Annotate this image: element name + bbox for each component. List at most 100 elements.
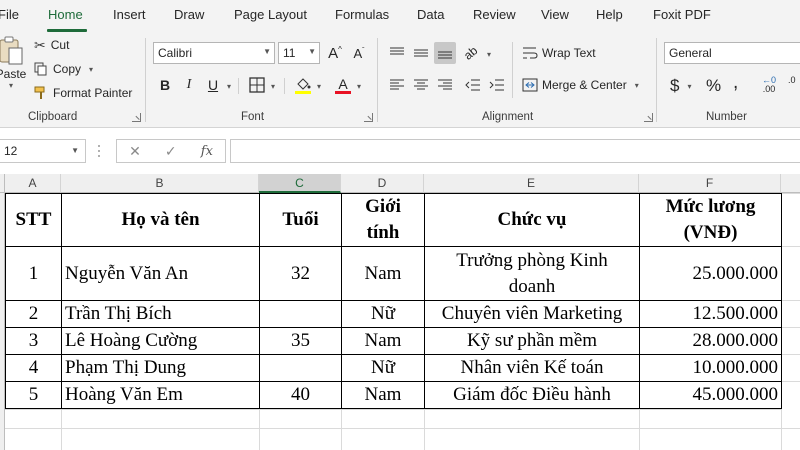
font-name-select[interactable]: Calibri ▼ — [153, 42, 275, 64]
tab-review[interactable]: Review — [473, 7, 516, 22]
alignment-launcher-icon[interactable] — [644, 113, 653, 122]
borders-button[interactable] — [246, 74, 268, 96]
number-format-select[interactable]: General — [664, 42, 800, 64]
currency-dropdown-icon[interactable]: ▾ — [687, 82, 691, 91]
header-cell-salary[interactable]: Mức lương (VNĐ) — [640, 194, 781, 246]
clipboard-launcher-icon[interactable] — [132, 113, 141, 122]
tab-data[interactable]: Data — [417, 7, 444, 22]
column-header-g[interactable] — [781, 174, 800, 193]
tab-file[interactable]: File — [0, 7, 19, 22]
header-cell-position[interactable]: Chức vụ — [425, 194, 639, 246]
decrease-indent-button[interactable] — [462, 74, 484, 96]
table-cell[interactable]: Chuyên viên Marketing — [425, 301, 639, 327]
column-header-b[interactable]: B — [61, 174, 259, 193]
font-color-dropdown-icon[interactable]: ▾ — [357, 82, 361, 91]
table-cell[interactable]: Nam — [342, 382, 424, 408]
header-cell-age[interactable]: Tuổi — [260, 194, 341, 246]
table-cell[interactable]: 2 — [6, 301, 61, 327]
align-left-button[interactable] — [386, 74, 408, 96]
font-color-button[interactable]: A — [332, 74, 354, 96]
currency-format-button[interactable]: $ ▾ — [670, 76, 691, 96]
merge-dropdown-icon[interactable]: ▾ — [635, 81, 639, 90]
table-cell[interactable]: 45.000.000 — [640, 382, 781, 408]
column-header-a[interactable]: A — [5, 174, 61, 193]
cancel-icon[interactable]: ✕ — [129, 143, 141, 160]
table-cell[interactable]: 1 — [6, 247, 61, 300]
table-cell[interactable]: 32 — [260, 247, 341, 300]
middle-align-button[interactable] — [410, 42, 432, 64]
bottom-align-button[interactable] — [434, 42, 456, 64]
align-right-button[interactable] — [434, 74, 456, 96]
format-painter-button[interactable]: Format Painter — [34, 86, 132, 100]
merge-center-button[interactable]: Merge & Center ▾ — [522, 78, 639, 92]
table-cell[interactable]: Nhân viên Kế toán — [425, 355, 639, 381]
table-cell[interactable]: Nguyễn Văn An — [62, 247, 259, 300]
table-cell[interactable]: 5 — [6, 382, 61, 408]
cut-button[interactable]: ✂ Cut — [34, 38, 69, 52]
underline-button[interactable]: U — [202, 74, 224, 96]
table-cell[interactable]: 35 — [260, 328, 341, 354]
column-header-c[interactable]: C — [259, 174, 341, 193]
enter-icon[interactable]: ✓ — [165, 143, 177, 160]
table-cell[interactable]: Phạm Thị Dung — [62, 355, 259, 381]
align-center-button[interactable] — [410, 74, 432, 96]
tab-view[interactable]: View — [541, 7, 569, 22]
percent-style-button[interactable]: % — [706, 76, 721, 96]
top-align-button[interactable] — [386, 42, 408, 64]
table-cell[interactable]: Kỹ sư phần mềm — [425, 328, 639, 354]
increase-decimal-button[interactable]: ←0 .00 — [762, 76, 776, 94]
name-box[interactable]: 12 ▼ — [0, 139, 86, 163]
table-cell[interactable]: 25.000.000 — [640, 247, 781, 300]
borders-dropdown-icon[interactable]: ▾ — [271, 82, 275, 91]
fill-color-dropdown-icon[interactable]: ▾ — [317, 82, 321, 91]
decrease-decimal-button[interactable]: .0 — [788, 76, 796, 85]
table-cell[interactable]: Giám đốc Điều hành — [425, 382, 639, 408]
italic-button[interactable]: I — [178, 74, 200, 96]
increase-indent-button[interactable] — [486, 74, 508, 96]
resize-handle[interactable] — [98, 145, 101, 157]
font-launcher-icon[interactable] — [364, 113, 373, 122]
tab-formulas[interactable]: Formulas — [335, 7, 389, 22]
table-cell[interactable] — [260, 355, 341, 381]
table-cell[interactable]: Trần Thị Bích — [62, 301, 259, 327]
increase-font-size-button[interactable]: A^ — [324, 42, 346, 64]
underline-dropdown-icon[interactable]: ▾ — [227, 82, 231, 91]
copy-dropdown-icon[interactable]: ▾ — [89, 65, 93, 74]
column-header-f[interactable]: F — [639, 174, 781, 193]
table-cell[interactable]: Lê Hoàng Cường — [62, 328, 259, 354]
decrease-font-size-button[interactable]: Aˇ — [348, 42, 370, 64]
copy-button[interactable]: Copy ▾ — [34, 62, 93, 76]
header-cell-name[interactable]: Họ và tên — [62, 194, 259, 246]
table-cell[interactable]: Nữ — [342, 355, 424, 381]
table-cell[interactable]: 12.500.000 — [640, 301, 781, 327]
insert-function-icon[interactable]: fx — [201, 144, 213, 159]
fill-color-button[interactable] — [292, 74, 314, 96]
tab-page-layout[interactable]: Page Layout — [234, 7, 307, 22]
tab-insert[interactable]: Insert — [113, 7, 146, 22]
table-cell[interactable]: Nữ — [342, 301, 424, 327]
orientation-dropdown-icon[interactable]: ▾ — [487, 50, 491, 59]
tab-foxit-pdf[interactable]: Foxit PDF — [653, 7, 711, 22]
table-cell[interactable]: Trưởng phòng Kinh doanh — [425, 247, 639, 300]
wrap-text-button[interactable]: Wrap Text — [522, 46, 596, 60]
table-cell[interactable]: 10.000.000 — [640, 355, 781, 381]
header-cell-stt[interactable]: STT — [6, 194, 61, 246]
table-cell[interactable] — [260, 301, 341, 327]
column-header-d[interactable]: D — [341, 174, 424, 193]
table-cell[interactable]: 4 — [6, 355, 61, 381]
orientation-button[interactable]: ab — [460, 42, 482, 64]
table-cell[interactable]: Hoàng Văn Em — [62, 382, 259, 408]
table-cell[interactable]: 40 — [260, 382, 341, 408]
header-cell-gender[interactable]: Giới tính — [342, 194, 424, 246]
table-cell[interactable]: Nam — [342, 328, 424, 354]
tab-draw[interactable]: Draw — [174, 7, 204, 22]
paste-button[interactable]: Paste ▾ — [0, 36, 26, 90]
table-cell[interactable]: 3 — [6, 328, 61, 354]
table-cell[interactable]: 28.000.000 — [640, 328, 781, 354]
formula-input[interactable] — [230, 139, 800, 163]
bold-button[interactable]: B — [154, 74, 176, 96]
paste-dropdown-icon[interactable]: ▾ — [9, 81, 13, 90]
font-size-select[interactable]: 11 ▼ — [278, 42, 320, 64]
comma-style-button[interactable]: , — [733, 72, 738, 94]
tab-home[interactable]: Home — [48, 7, 83, 22]
